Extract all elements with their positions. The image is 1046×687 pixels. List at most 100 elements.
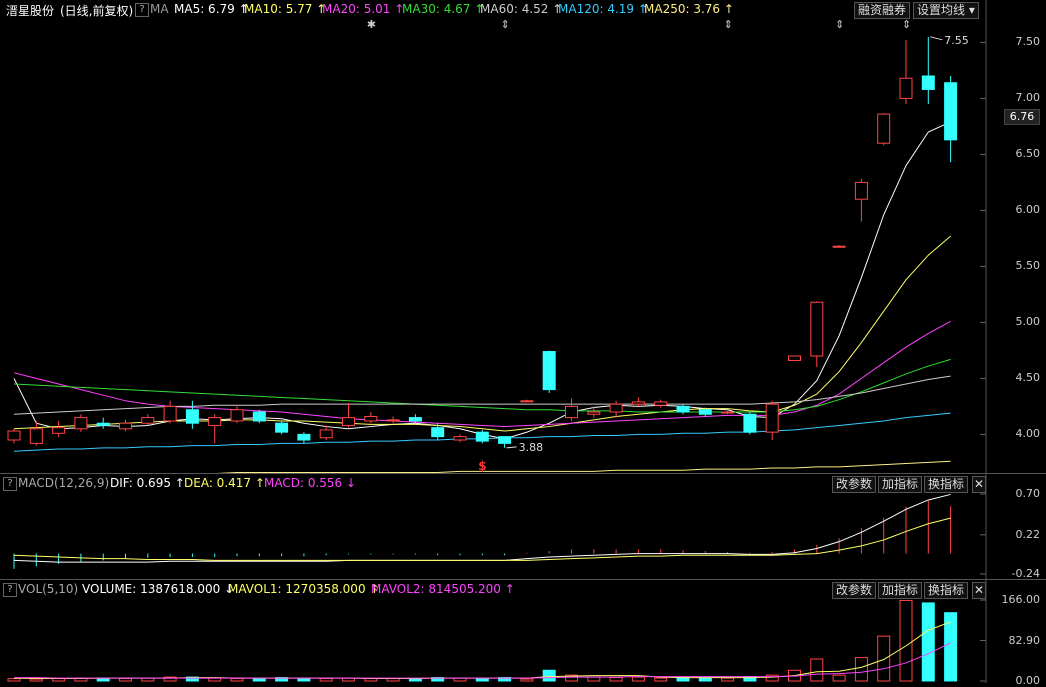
candle-body [7, 430, 21, 441]
volume-bar [721, 677, 735, 682]
candle-body [386, 419, 400, 422]
candle-body [765, 403, 779, 433]
candle-body [944, 82, 958, 141]
volume-bar [587, 676, 601, 682]
price-tick-label: 7.50 [1015, 35, 1041, 49]
candle-body [832, 245, 846, 248]
candle-body [141, 417, 155, 424]
info-marker-icon: ⇕ [724, 18, 733, 31]
macd-panel[interactable]: ? MACD(12,26,9) DIF: 0.695 ↑ DEA: 0.417 … [0, 474, 1046, 580]
candle-body [587, 411, 601, 415]
volume-bar [520, 678, 534, 682]
candle-body [498, 436, 512, 444]
macd-dif-line [13, 493, 951, 563]
candle-body [565, 405, 578, 419]
price-tick-label: 4.50 [1015, 371, 1041, 385]
info-marker-icon: ⇕ [835, 18, 844, 31]
volume-bar [230, 678, 244, 682]
current-price-label: 6.76 [1004, 109, 1040, 125]
volume-bar [921, 602, 935, 682]
macd-chart[interactable] [0, 474, 1046, 579]
candle-body [230, 409, 244, 422]
candle-body [654, 401, 668, 406]
price-tick-label: 4.00 [1015, 427, 1041, 441]
ma-line-ma20 [13, 320, 951, 428]
volume-bar [319, 678, 333, 682]
macd-y-axis: 0.70 0.22 -0.24 [986, 474, 1046, 580]
candle-body [275, 422, 289, 433]
candle-body [743, 413, 757, 433]
volume-bar [832, 674, 846, 682]
volume-bar [877, 635, 891, 682]
volume-bar [944, 612, 958, 682]
volume-bar [542, 669, 556, 682]
candle-body [609, 403, 623, 413]
volume-bar [899, 599, 913, 682]
volume-panel[interactable]: ? VOL(5,10) VOLUME: 1387618.000 ↓ MAVOL1… [0, 580, 1046, 687]
volume-bar [29, 678, 43, 682]
ma-line-ma60 [13, 375, 951, 415]
candle-body [854, 181, 868, 200]
price-tick-label: 6.50 [1015, 147, 1041, 161]
candle-body [119, 422, 132, 430]
vol-tick-label: 0.00 [1015, 674, 1041, 687]
price-tick-label: 7.00 [1015, 91, 1041, 105]
candle-body [431, 427, 445, 438]
volume-bar [297, 678, 311, 682]
candle-body [252, 411, 266, 422]
macd-tick-label: 0.70 [1015, 487, 1041, 500]
info-marker-icon: ✱ [367, 18, 376, 31]
high-price-label: 7.55 [944, 34, 969, 47]
price-panel[interactable]: 溍星股份 (日线,前复权) ? MA MA5: 6.79 ↑ MA10: 5.77… [0, 0, 1046, 473]
low-pointer [506, 446, 517, 449]
mavol1-line [13, 621, 951, 680]
candle-body [208, 417, 222, 426]
volume-bar [676, 677, 690, 682]
volume-bar [654, 677, 668, 682]
candle-body [698, 409, 712, 415]
candle-body [297, 433, 311, 441]
candle-body [721, 411, 735, 414]
macd-tick-label: 0.22 [1015, 527, 1041, 541]
candle-body [453, 436, 467, 441]
price-y-axis: 7.50 7.00 6.50 6.00 5.50 5.00 4.50 4.00 [986, 0, 1046, 473]
volume-bar [7, 678, 21, 682]
price-tick-label: 5.50 [1015, 259, 1041, 273]
candle-body [319, 429, 333, 439]
vol-tick-label: 166.00 [1001, 593, 1041, 606]
volume-bar [631, 676, 645, 682]
ma-line-ma10 [13, 235, 951, 432]
candle-body [185, 409, 199, 424]
volume-bar [119, 678, 132, 682]
low-price-label: 3.88 [519, 441, 544, 454]
price-tick-label: 5.00 [1015, 315, 1041, 329]
candle-body [96, 422, 110, 426]
info-marker-icon: ⇕ [902, 18, 911, 31]
candle-body [163, 405, 177, 422]
event-dollar-icon: $ [478, 459, 486, 473]
candle-body [342, 417, 355, 426]
candle-body [877, 113, 891, 144]
candle-body [631, 401, 645, 405]
candle-body [364, 415, 378, 422]
price-tick-label: 6.00 [1015, 203, 1041, 217]
candle-body [29, 428, 43, 444]
volume-chart[interactable] [0, 580, 1046, 683]
vol-tick-label: 82.90 [1008, 633, 1041, 647]
candle-body [921, 75, 935, 90]
info-marker-icon: ⇕ [501, 18, 510, 31]
vol-y-axis: 166.00 82.90 0.00 [986, 580, 1046, 687]
high-pointer [930, 36, 943, 41]
candle-body [810, 301, 824, 357]
volume-bar [698, 677, 712, 682]
candle-body [408, 417, 422, 422]
candle-body [542, 351, 556, 391]
candle-body [475, 431, 489, 442]
candle-body [788, 355, 801, 361]
candle-body [74, 417, 88, 430]
volume-bar [854, 657, 868, 682]
candle-body [520, 400, 534, 403]
volume-bar [609, 677, 623, 682]
candlestick-chart[interactable]: 7.55 3.88 $ ✱ ⇕ ⇕ ⇕ ⇕ [0, 0, 1046, 473]
candle-body [676, 405, 690, 413]
